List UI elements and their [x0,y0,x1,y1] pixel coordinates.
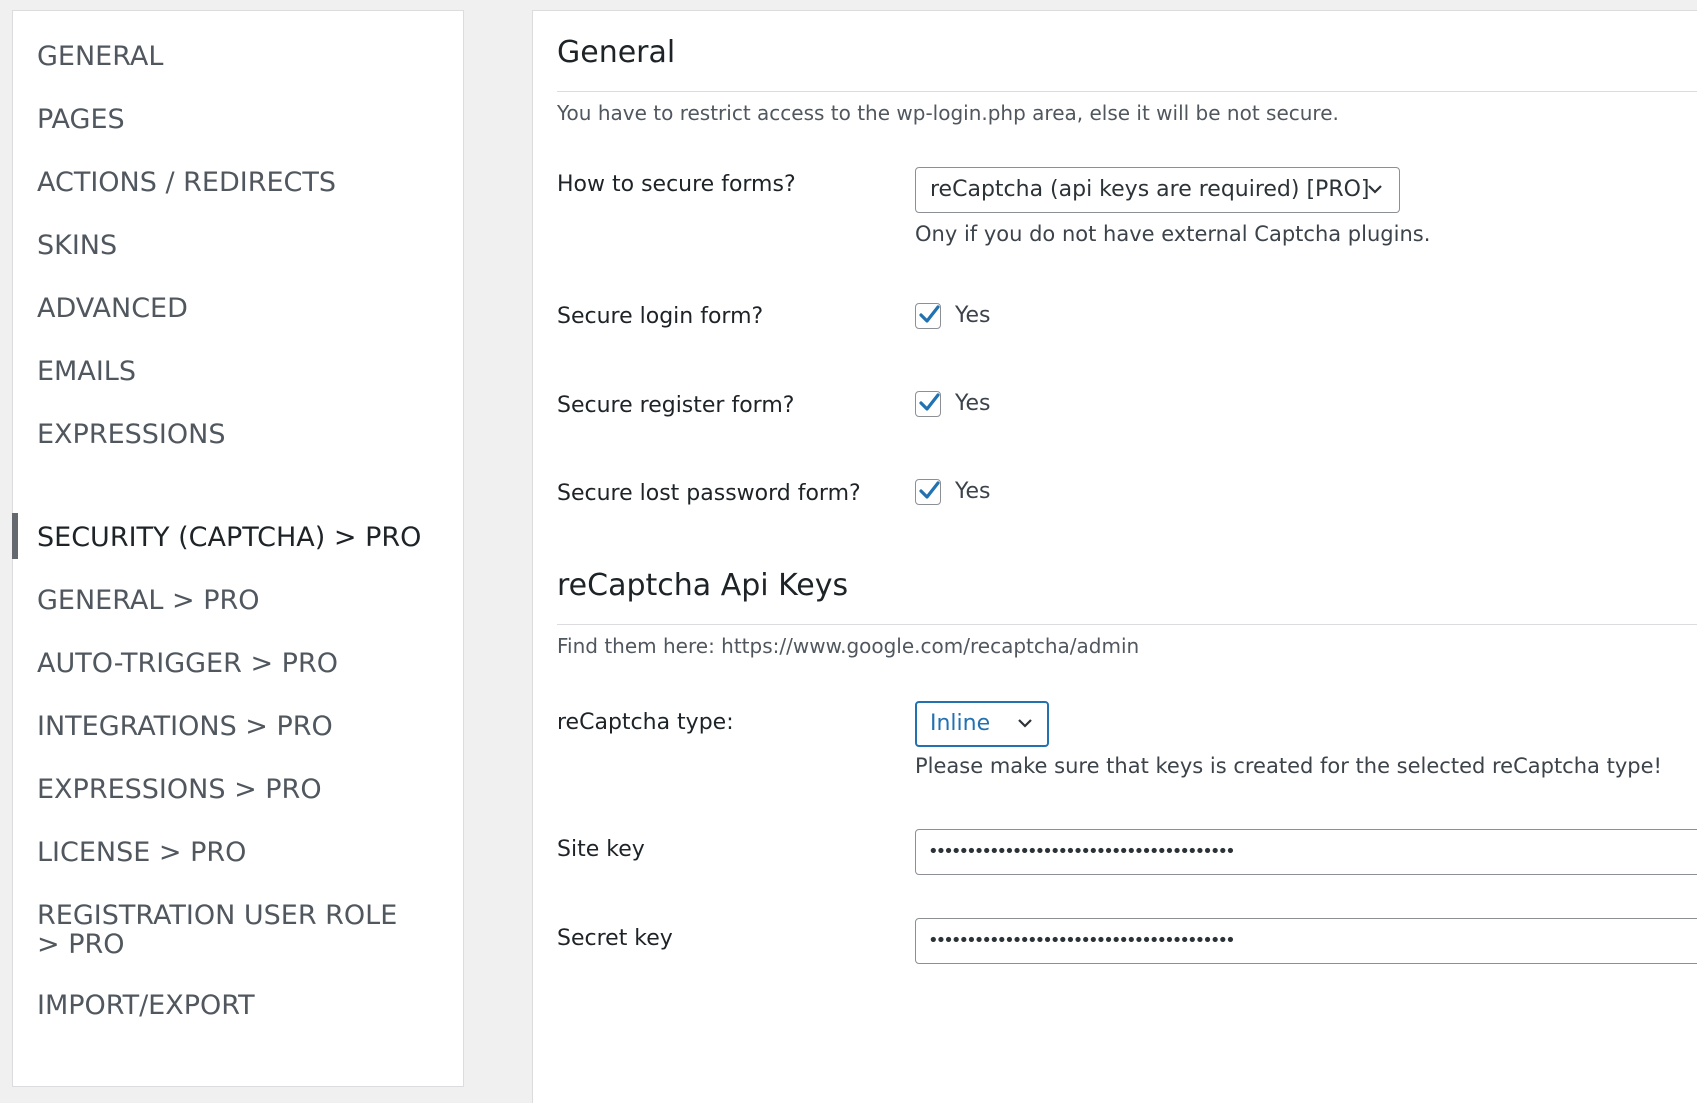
secure-login-option-label: Yes [955,303,991,328]
secret-key-input[interactable]: •••••••••••••••••••••••••••••••••••••••• [915,918,1697,964]
sidebar-item-security-captcha-pro[interactable]: SECURITY (CAPTCHA) > PRO [37,523,447,552]
secure-forms-select[interactable]: reCaptcha (api keys are required) [PRO] [915,167,1400,213]
secure-register-checkbox[interactable] [915,391,941,417]
sidebar-item-advanced[interactable]: ADVANCED [37,294,447,323]
recaptcha-type-help: Please make sure that keys is created fo… [915,754,1662,778]
checkmark-icon [919,305,940,323]
recaptcha-description: Find them here: https://www.google.com/r… [557,634,1140,658]
secure-lost-password-checkbox[interactable] [915,479,941,505]
secure-lost-password-option-label: Yes [955,479,991,504]
site-key-label: Site key [557,837,645,862]
secure-lost-password-label: Secure lost password form? [557,481,861,506]
sidebar-item-import-export[interactable]: IMPORT/EXPORT [37,991,447,1020]
sidebar-item-expressions[interactable]: EXPRESSIONS [37,420,447,449]
sidebar-item-registration-user-role-pro[interactable]: REGISTRATION USER ROLE > PRO [37,901,417,959]
sidebar-item-license-pro[interactable]: LICENSE > PRO [37,838,447,867]
sidebar-item-skins[interactable]: SKINS [37,231,447,260]
sidebar-item-integrations-pro[interactable]: INTEGRATIONS > PRO [37,712,447,741]
sidebar-item-auto-trigger-pro[interactable]: AUTO-TRIGGER > PRO [37,649,447,678]
sidebar-item-emails[interactable]: EMAILS [37,357,447,386]
general-section-title: General [557,35,676,70]
settings-panel: General You have to restrict access to t… [532,10,1697,1103]
active-indicator [12,513,18,559]
recaptcha-divider [557,624,1697,625]
sidebar-item-general-pro[interactable]: GENERAL > PRO [37,586,447,615]
secret-key-label: Secret key [557,926,673,951]
recaptcha-type-select-value: Inline [930,711,991,736]
sidebar-item-pages[interactable]: PAGES [37,105,447,134]
secure-forms-select-value: reCaptcha (api keys are required) [PRO] [930,177,1370,202]
settings-sidebar: GENERAL PAGES ACTIONS / REDIRECTS SKINS … [12,10,464,1087]
secure-login-label: Secure login form? [557,304,764,329]
secure-register-label: Secure register form? [557,393,795,418]
recaptcha-section-title: reCaptcha Api Keys [557,568,849,603]
recaptcha-type-select[interactable]: Inline [915,701,1049,747]
checkmark-icon [919,481,940,499]
checkmark-icon [919,393,940,411]
chevron-down-icon [1018,719,1032,728]
chevron-down-icon [1368,185,1382,194]
secure-register-option-label: Yes [955,391,991,416]
secure-forms-help: Ony if you do not have external Captcha … [915,222,1431,246]
sidebar-item-general[interactable]: GENERAL [37,42,447,71]
secure-login-checkbox[interactable] [915,303,941,329]
secure-forms-label: How to secure forms? [557,172,796,197]
general-divider [557,91,1697,92]
recaptcha-type-label: reCaptcha type: [557,710,734,735]
general-description: You have to restrict access to the wp-lo… [557,101,1339,125]
sidebar-item-actions-redirects[interactable]: ACTIONS / REDIRECTS [37,168,447,197]
site-key-input[interactable]: •••••••••••••••••••••••••••••••••••••••• [915,829,1697,875]
sidebar-item-expressions-pro[interactable]: EXPRESSIONS > PRO [37,775,447,804]
